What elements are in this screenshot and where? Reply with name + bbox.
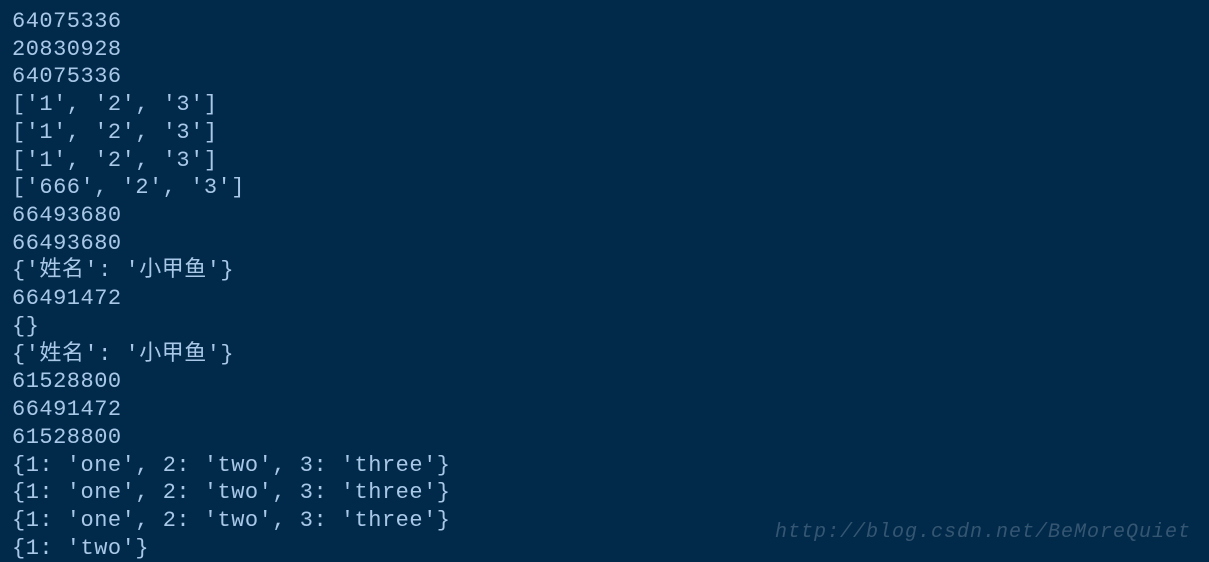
output-line: 20830928 xyxy=(12,36,1197,64)
output-line: 66491472 xyxy=(12,396,1197,424)
output-line: ['1', '2', '3'] xyxy=(12,147,1197,175)
output-line: {1: 'one', 2: 'two', 3: 'three'} xyxy=(12,452,1197,480)
output-line: 66493680 xyxy=(12,202,1197,230)
output-line: {'姓名': '小甲鱼'} xyxy=(12,341,1197,369)
output-line: ['666', '2', '3'] xyxy=(12,174,1197,202)
output-line: 61528800 xyxy=(12,424,1197,452)
output-line: {} xyxy=(12,313,1197,341)
watermark-text: http://blog.csdn.net/BeMoreQuiet xyxy=(775,520,1191,545)
output-line: 64075336 xyxy=(12,8,1197,36)
console-output: 64075336 20830928 64075336 ['1', '2', '3… xyxy=(12,8,1197,562)
output-line: 66493680 xyxy=(12,230,1197,258)
output-line: {'姓名': '小甲鱼'} xyxy=(12,257,1197,285)
output-line: 66491472 xyxy=(12,285,1197,313)
output-line: ['1', '2', '3'] xyxy=(12,119,1197,147)
output-line: ['1', '2', '3'] xyxy=(12,91,1197,119)
output-line: {1: 'one', 2: 'two', 3: 'three'} xyxy=(12,479,1197,507)
output-line: 61528800 xyxy=(12,368,1197,396)
output-line: 64075336 xyxy=(12,63,1197,91)
